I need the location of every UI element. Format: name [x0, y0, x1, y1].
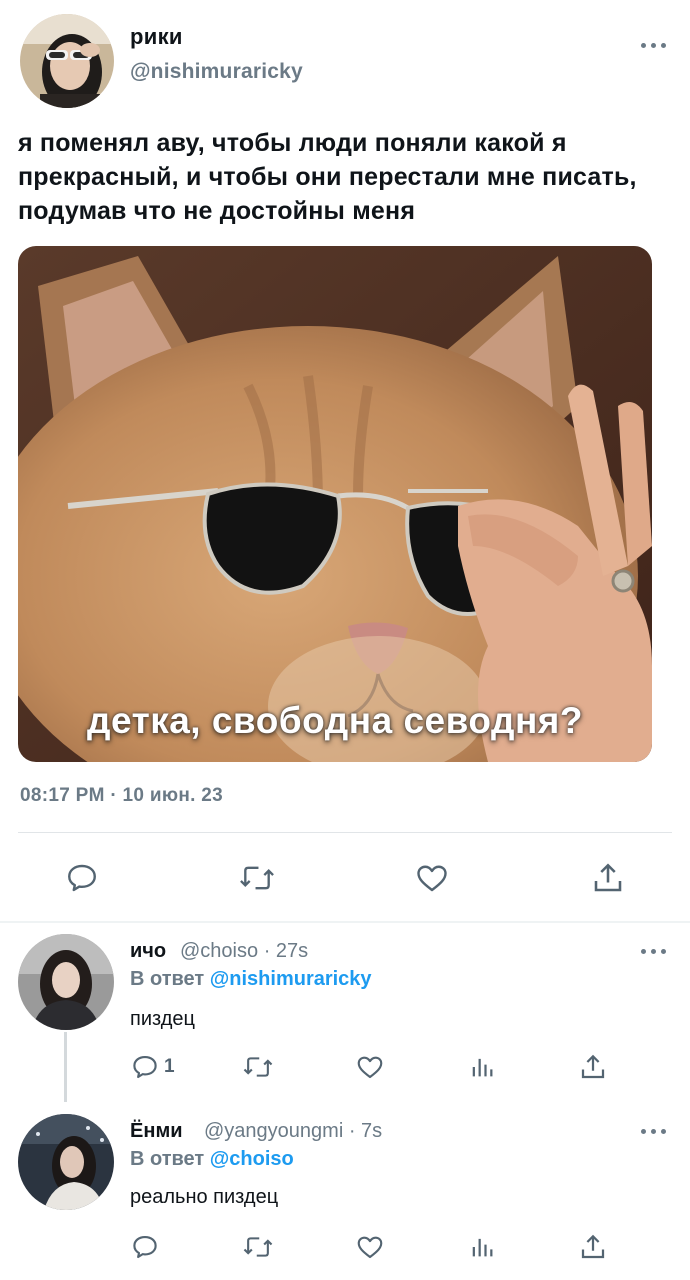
- heart-icon: [417, 865, 447, 892]
- reply-time: · 7s: [348, 1120, 383, 1142]
- handle-text[interactable]: @choiso: [180, 940, 258, 962]
- user-handle[interactable]: @yangyoungmi · 7s: [204, 1120, 382, 1143]
- reply-text: пиздец: [130, 1008, 195, 1030]
- display-name[interactable]: Ёнми: [130, 1120, 183, 1143]
- share-icon: [594, 863, 622, 892]
- retweet-icon: [240, 866, 274, 890]
- speech-bubble-icon: [133, 1055, 157, 1079]
- heart-icon: [357, 1056, 383, 1079]
- share-icon: [581, 1234, 605, 1259]
- retweet-icon: [243, 1057, 273, 1077]
- reply-avatar[interactable]: [18, 1114, 114, 1210]
- heart-icon: [357, 1236, 383, 1259]
- user-handle[interactable]: @choiso · 27s: [180, 940, 308, 963]
- reply-text: реально пиздец: [130, 1186, 279, 1208]
- views-button[interactable]: [468, 1052, 496, 1082]
- reply-button[interactable]: [130, 1232, 160, 1262]
- share-button[interactable]: [578, 1232, 608, 1262]
- retweet-icon: [243, 1237, 273, 1257]
- reply-to-line: В ответ @nishimuraricky: [130, 968, 372, 991]
- reply-tweet[interactable]: Ёнми @yangyoungmi · 7s В ответ @choiso р…: [0, 1102, 690, 1280]
- tweet-media[interactable]: детка, свободна севодня?: [18, 246, 652, 762]
- reply-to-line: В ответ @choiso: [130, 1148, 294, 1171]
- reply-count: 1: [164, 1056, 175, 1077]
- bar-chart-icon: [472, 1238, 493, 1257]
- reply-to-label: В ответ: [130, 1148, 205, 1170]
- like-button[interactable]: [414, 860, 450, 896]
- divider: [18, 832, 672, 833]
- cat-sunglasses-image: [18, 246, 652, 762]
- reply-avatar[interactable]: [18, 934, 114, 1030]
- mention-link[interactable]: @nishimuraricky: [210, 968, 372, 990]
- display-name[interactable]: рики: [130, 24, 183, 50]
- main-tweet: рики @nishimuraricky я поменял аву, чтоб…: [0, 0, 690, 922]
- retweet-button[interactable]: [238, 860, 276, 896]
- speech-bubble-icon: [68, 864, 96, 892]
- views-button[interactable]: [468, 1232, 496, 1262]
- thread-line: [64, 1032, 67, 1102]
- like-button[interactable]: [355, 1052, 385, 1082]
- share-button[interactable]: [590, 860, 626, 896]
- reply-tweet[interactable]: ичо @choiso · 27s В ответ @nishimurarick…: [0, 922, 690, 1102]
- reply-button[interactable]: [64, 860, 100, 896]
- share-icon: [581, 1054, 605, 1079]
- retweet-button[interactable]: [242, 1232, 274, 1262]
- media-caption: детка, свободна севодня?: [87, 700, 583, 741]
- main-avatar[interactable]: [20, 14, 114, 108]
- more-dots-icon[interactable]: [639, 1126, 669, 1138]
- reply-button[interactable]: 1: [130, 1052, 175, 1082]
- user-handle[interactable]: @nishimuraricky: [130, 60, 303, 84]
- bar-chart-icon: [472, 1058, 493, 1077]
- handle-text[interactable]: @yangyoungmi: [204, 1120, 343, 1142]
- tweet-timestamp[interactable]: 08:17 PM · 10 июн. 23: [20, 785, 223, 807]
- more-dots-icon[interactable]: [639, 40, 669, 52]
- mention-link[interactable]: @choiso: [210, 1148, 294, 1170]
- display-name[interactable]: ичо: [130, 940, 166, 963]
- more-dots-icon[interactable]: [639, 946, 669, 958]
- tweet-text: я поменял аву, чтобы люди поняли какой я…: [18, 129, 637, 225]
- share-button[interactable]: [578, 1052, 608, 1082]
- reply-time: · 27s: [263, 940, 309, 962]
- reply-to-label: В ответ: [130, 968, 205, 990]
- like-button[interactable]: [355, 1232, 385, 1262]
- retweet-button[interactable]: [242, 1052, 274, 1082]
- speech-bubble-icon: [133, 1235, 157, 1259]
